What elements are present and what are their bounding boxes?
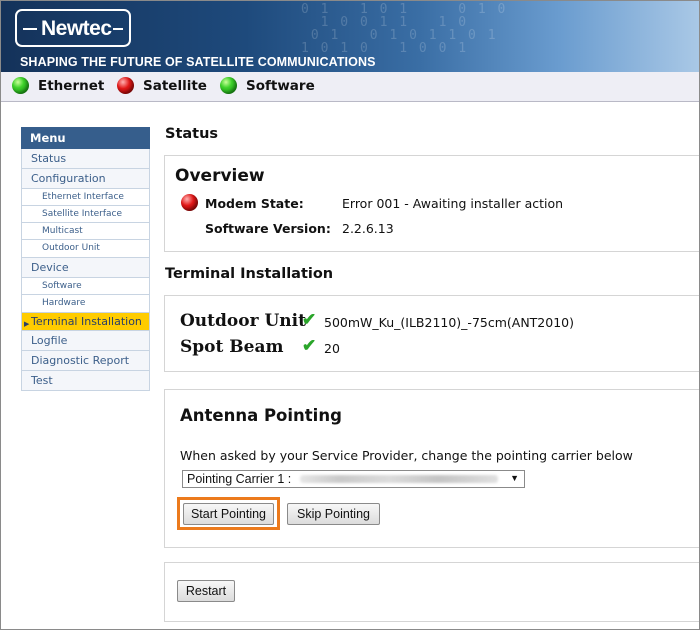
dropdown-arrow-icon: ▼ — [510, 473, 519, 483]
menu-item-diagnostic-report[interactable]: Diagnostic Report — [21, 351, 150, 371]
pointing-carrier-selected-value: Pointing Carrier 1 : — [187, 472, 292, 486]
sidebar-menu: Menu Status Configuration Ethernet Inter… — [21, 127, 150, 391]
checkmark-icon: ✔ — [302, 310, 317, 330]
triangle-right-icon: ▶ — [24, 320, 30, 328]
spot-beam-value: 20 — [324, 341, 340, 356]
redacted-carrier-info — [300, 475, 498, 483]
modem-state-value: Error 001 - Awaiting installer action — [342, 196, 564, 211]
menu-item-ethernet-interface[interactable]: Ethernet Interface — [21, 189, 150, 206]
terminal-panel: Outdoor Unit ✔ 500mW_Ku_(ILB2110)_-75cm(… — [164, 295, 699, 372]
main-content: Status Overview Modem State: Error 001 -… — [164, 1, 699, 629]
pointing-carrier-select[interactable]: Pointing Carrier 1 : ▼ — [182, 470, 525, 488]
indicator-ethernet: Ethernet — [12, 77, 104, 94]
menu-item-configuration[interactable]: Configuration — [21, 169, 150, 189]
start-pointing-button[interactable]: Start Pointing — [183, 503, 274, 525]
skip-pointing-button[interactable]: Skip Pointing — [287, 503, 380, 525]
software-version-value: 2.2.6.13 — [342, 221, 394, 236]
overview-panel: Overview Modem State: Error 001 - Awaiti… — [164, 155, 699, 252]
software-version-label: Software Version: — [205, 221, 331, 236]
outdoor-unit-value: 500mW_Ku_(ILB2110)_-75cm(ANT2010) — [324, 315, 574, 330]
indicator-label: Ethernet — [38, 77, 105, 94]
modem-state-label: Modem State: — [205, 196, 304, 211]
overview-title: Overview — [175, 166, 265, 186]
menu-title: Menu — [21, 127, 150, 149]
restart-button[interactable]: Restart — [177, 580, 235, 602]
newtec-logo[interactable]: Newtec — [15, 9, 131, 47]
outdoor-unit-label: Outdoor Unit — [180, 311, 306, 331]
menu-item-status[interactable]: Status — [21, 149, 150, 169]
page-frame: 0 1 1 0 1 0 1 0 1 0 0 1 1 1 0 0 1 0 1 0 … — [0, 0, 700, 630]
terminal-installation-heading: Terminal Installation — [165, 266, 334, 282]
red-led-icon — [181, 194, 198, 211]
menu-item-satellite-interface[interactable]: Satellite Interface — [21, 206, 150, 223]
menu-item-outdoor-unit[interactable]: Outdoor Unit — [21, 240, 150, 258]
menu-item-hardware[interactable]: Hardware — [21, 295, 150, 313]
antenna-pointing-description: When asked by your Service Provider, cha… — [180, 448, 633, 463]
logo-text: Newtec — [41, 17, 112, 40]
menu-item-test[interactable]: Test — [21, 371, 150, 391]
menu-item-multicast[interactable]: Multicast — [21, 223, 150, 240]
menu-item-logfile[interactable]: Logfile — [21, 331, 150, 351]
antenna-pointing-panel: Antenna Pointing When asked by your Serv… — [164, 389, 699, 548]
spot-beam-label: Spot Beam — [180, 337, 284, 357]
restart-panel: Restart — [164, 562, 699, 622]
menu-item-label: Terminal Installation — [31, 315, 142, 328]
checkmark-icon: ✔ — [302, 336, 317, 356]
green-led-icon — [12, 77, 29, 94]
red-led-icon — [117, 77, 134, 94]
menu-item-device[interactable]: Device — [21, 258, 150, 278]
menu-item-terminal-installation[interactable]: ▶ Terminal Installation — [21, 313, 150, 331]
page-title: Status — [165, 126, 219, 142]
menu-item-software[interactable]: Software — [21, 278, 150, 295]
antenna-pointing-title: Antenna Pointing — [180, 406, 342, 425]
